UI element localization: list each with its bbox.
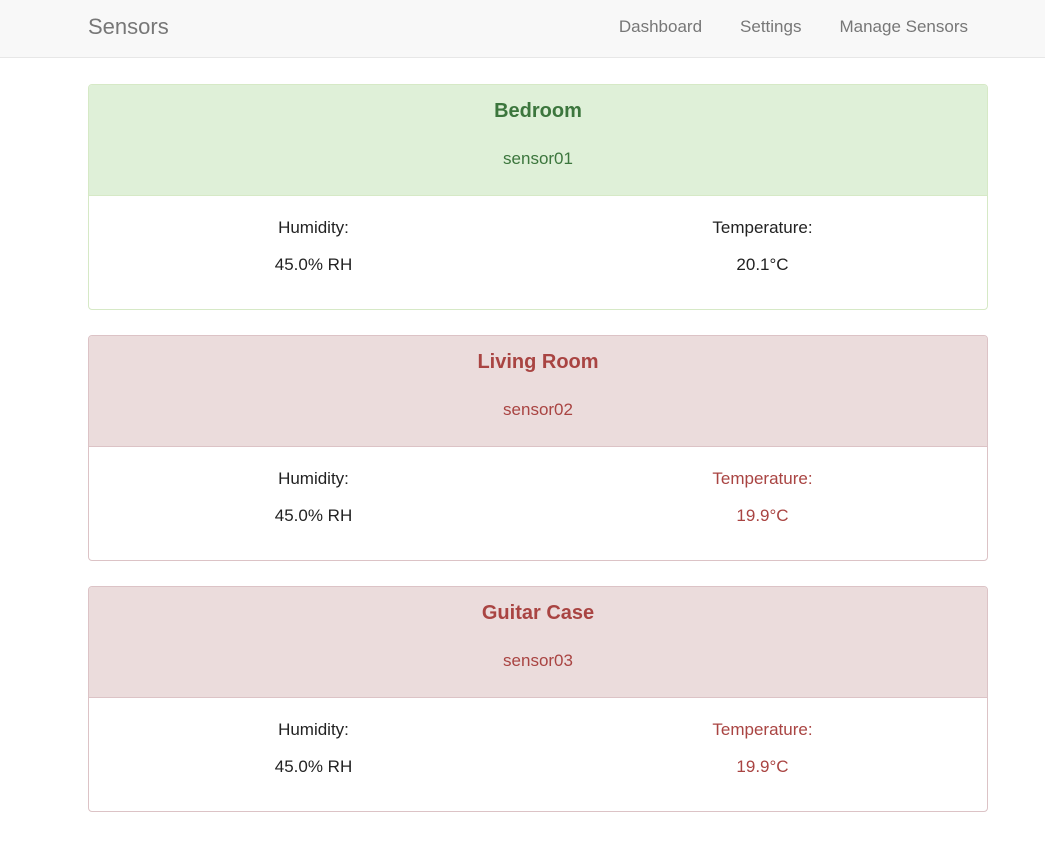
sensor-id: sensor02 (503, 400, 573, 419)
sensor-card-body: Humidity: 45.0% RH Temperature: 19.9°C (89, 698, 987, 811)
sensor-card-header: Living Room sensor02 (89, 336, 987, 447)
temperature-metric: Temperature: 20.1°C (538, 196, 987, 309)
humidity-label: Humidity: (278, 720, 349, 739)
humidity-metric: Humidity: 45.0% RH (89, 698, 538, 811)
humidity-metric: Humidity: 45.0% RH (89, 447, 538, 560)
sensor-card-header: Bedroom sensor01 (89, 85, 987, 196)
humidity-label: Humidity: (278, 469, 349, 488)
temperature-label: Temperature: (712, 218, 813, 237)
nav-manage-sensors-link[interactable]: Manage Sensors (839, 17, 968, 37)
temperature-value: 19.9°C (736, 757, 789, 776)
humidity-value: 45.0% RH (274, 757, 353, 776)
temperature-value: 19.9°C (736, 506, 789, 525)
temperature-metric: Temperature: 19.9°C (538, 698, 987, 811)
temperature-label: Temperature: (712, 720, 813, 739)
sensor-card-body: Humidity: 45.0% RH Temperature: 19.9°C (89, 447, 987, 560)
temperature-metric: Temperature: 19.9°C (538, 447, 987, 560)
nav-links: Dashboard Settings Manage Sensors (581, 17, 968, 37)
navbar: Sensors Dashboard Settings Manage Sensor… (0, 0, 1045, 58)
nav-dashboard-link[interactable]: Dashboard (619, 17, 702, 37)
sensor-id: sensor03 (503, 651, 573, 670)
humidity-value: 45.0% RH (274, 506, 353, 525)
temperature-value: 20.1°C (736, 255, 789, 274)
humidity-metric: Humidity: 45.0% RH (89, 196, 538, 309)
brand-link[interactable]: Sensors (88, 14, 169, 40)
temperature-label: Temperature: (712, 469, 813, 488)
humidity-value: 45.0% RH (274, 255, 353, 274)
sensor-card-list: Bedroom sensor01 Humidity: 45.0% RH Temp… (88, 84, 988, 837)
nav-settings-link[interactable]: Settings (740, 17, 801, 37)
sensor-name: Living Room (477, 351, 599, 373)
sensor-name: Guitar Case (481, 602, 595, 624)
sensor-card-bedroom: Bedroom sensor01 Humidity: 45.0% RH Temp… (88, 84, 988, 310)
sensor-name: Bedroom (494, 100, 582, 122)
sensor-card-living-room: Living Room sensor02 Humidity: 45.0% RH … (88, 335, 988, 561)
humidity-label: Humidity: (278, 218, 349, 237)
sensor-card-body: Humidity: 45.0% RH Temperature: 20.1°C (89, 196, 987, 309)
sensor-id: sensor01 (503, 149, 573, 168)
sensor-card-guitar-case: Guitar Case sensor03 Humidity: 45.0% RH … (88, 586, 988, 812)
sensor-card-header: Guitar Case sensor03 (89, 587, 987, 698)
